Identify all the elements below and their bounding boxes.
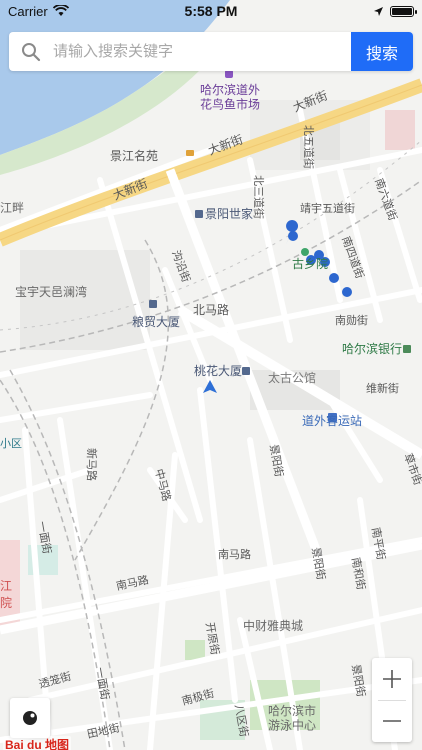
locate-icon [23, 711, 37, 725]
map-label: 维新街 [366, 381, 399, 395]
map-label-line: 游泳中心 [268, 717, 316, 732]
map-label-line: 花鸟鱼市场 [200, 96, 260, 111]
map-label: 哈尔滨银行 [342, 341, 402, 356]
map-label: 江畔 [0, 201, 24, 215]
status-bar: Carrier 5:58 PM [0, 0, 422, 22]
market-poi-icon [225, 70, 233, 78]
map-label: 小区 [0, 437, 22, 450]
locate-button[interactable] [10, 698, 50, 738]
map-label: 哈尔滨道外花鸟鱼市场 [200, 82, 260, 111]
map-label-line: 哈尔滨市 [268, 703, 316, 718]
building-poi-icon [242, 367, 250, 375]
search-input[interactable] [53, 32, 351, 71]
map-label-line: 哈尔滨道外 [200, 82, 260, 97]
map-label: 院 [0, 596, 12, 610]
map-label: 宝宇天邑澜湾 [15, 284, 87, 299]
map-label: 江 [0, 579, 12, 593]
map-label: 南勋街 [335, 313, 368, 327]
map-label: 景阳世家 [205, 206, 253, 221]
carrier-label: Carrier [8, 3, 48, 19]
plus-icon [383, 669, 401, 688]
map-label: 景江名苑 [110, 148, 158, 163]
location-arrow-icon [374, 6, 383, 16]
map-label: 北五道街 [302, 125, 316, 169]
map-label: 道外客运站 [302, 413, 362, 428]
map-label: 北三道街 [252, 175, 266, 219]
search-bar: 搜索 [9, 32, 413, 71]
map-label: 古乡院 [292, 256, 328, 271]
building-poi-icon [195, 210, 203, 218]
minus-icon [383, 720, 401, 723]
map-label: 太古公馆 [268, 370, 316, 385]
zoom-controls [372, 658, 412, 742]
map-label: 靖宇五道街 [300, 201, 355, 215]
status-left: Carrier [8, 4, 69, 19]
wifi-icon [52, 5, 69, 16]
map-label: 哈尔滨市游泳中心 [268, 703, 316, 732]
map-label: 中财雅典城 [243, 618, 303, 633]
search-button[interactable]: 搜索 [351, 32, 413, 71]
road-marker-icon [186, 150, 194, 156]
zoom-out-button[interactable] [372, 701, 412, 743]
map-label: 南马路 [218, 548, 251, 561]
status-right [373, 5, 417, 17]
battery-icon [390, 5, 417, 17]
baidu-map-logo: Bai du 地图 [3, 736, 72, 750]
map-canvas[interactable]: 哈尔滨道外花鸟鱼市场 大新街 大新街 大新街 景江名苑 北五道街 北三道街 景阳… [0, 0, 422, 750]
bank-poi-icon [403, 345, 411, 353]
search-icon [9, 42, 53, 62]
map-label: 粮贸大厦 [132, 314, 180, 329]
building-poi-icon [149, 300, 157, 308]
map-label: 北马路 [193, 302, 229, 317]
map-label: 桃花大厦 [194, 363, 242, 378]
map-label: 新马路 [85, 448, 99, 481]
zoom-in-button[interactable] [372, 658, 412, 700]
